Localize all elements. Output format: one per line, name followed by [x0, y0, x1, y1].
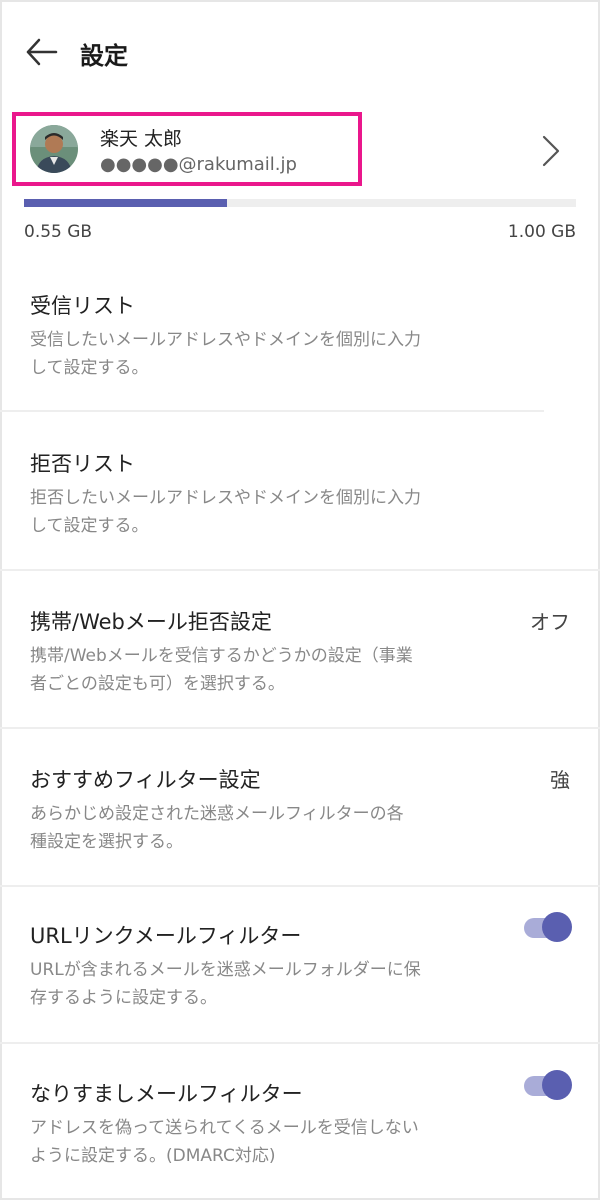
setting-title: 携帯/Webメール拒否設定 — [30, 610, 272, 634]
storage-usage-fill — [24, 199, 228, 207]
toggle-knob — [542, 912, 572, 942]
app-header: 設定 — [0, 0, 600, 100]
chevron-right-icon[interactable] — [536, 134, 564, 168]
setting-description-line: 種設定を選択する。 — [30, 832, 183, 852]
toggle-knob — [542, 1070, 572, 1100]
setting-title: URLリンクメールフィルター — [30, 924, 302, 948]
account-name: 楽天 太郎 — [100, 128, 183, 150]
setting-row-recommended-filter[interactable]: おすすめフィルター設定 強 あらかじめ設定された迷惑メールフィルターの各 種設定… — [0, 736, 600, 886]
setting-row-block-list[interactable]: 拒否リスト 拒否したいメールアドレスやドメインを個別に入力 して設定する。 — [0, 420, 600, 570]
setting-description: あらかじめ設定された迷惑メールフィルターの各 種設定を選択する。 — [30, 800, 510, 856]
storage-usage-bar — [24, 199, 576, 207]
setting-row-spoofing-filter: なりすましメールフィルター アドレスを偽って送られてくるメールを受信しない よう… — [0, 1052, 600, 1200]
setting-description: 受信したいメールアドレスやドメインを個別に入力 して設定する。 — [30, 326, 510, 382]
divider — [0, 410, 544, 412]
setting-description-line: 存するように設定する。 — [30, 988, 217, 1008]
back-arrow-icon[interactable] — [24, 34, 60, 70]
url-filter-toggle[interactable] — [520, 912, 572, 944]
setting-row-allow-list[interactable]: 受信リスト 受信したいメールアドレスやドメインを個別に入力 して設定する。 — [0, 262, 600, 412]
setting-description: アドレスを偽って送られてくるメールを受信しない ように設定する。(DMARC対応… — [30, 1114, 510, 1170]
setting-description-line: 携帯/Webメールを受信するかどうかの設定（事業 — [30, 646, 413, 666]
spoofing-filter-toggle[interactable] — [520, 1070, 572, 1102]
setting-title: 拒否リスト — [30, 452, 135, 476]
setting-description-line: アドレスを偽って送られてくるメールを受信しない — [30, 1118, 419, 1138]
setting-description-line: URLが含まれるメールを迷惑メールフォルダーに保 — [30, 960, 421, 980]
setting-description-line: あらかじめ設定された迷惑メールフィルターの各 — [30, 804, 404, 824]
setting-title: おすすめフィルター設定 — [30, 768, 261, 792]
storage-used-label: 0.55 GB — [24, 222, 93, 242]
setting-description-line: して設定する。 — [30, 516, 149, 536]
setting-description: URLが含まれるメールを迷惑メールフォルダーに保 存するように設定する。 — [30, 956, 510, 1012]
avatar — [30, 125, 78, 173]
setting-description-line: 拒否したいメールアドレスやドメインを個別に入力 — [30, 488, 421, 508]
setting-description: 携帯/Webメールを受信するかどうかの設定（事業 者ごとの設定も可）を選択する。 — [30, 642, 510, 698]
page-title: 設定 — [80, 42, 128, 70]
storage-total-label: 1.00 GB — [507, 222, 576, 242]
setting-title: なりすましメールフィルター — [30, 1082, 303, 1106]
setting-description-line: ように設定する。(DMARC対応) — [30, 1146, 276, 1166]
divider — [0, 569, 600, 571]
setting-value: オフ — [530, 610, 570, 634]
setting-value: 強 — [550, 768, 570, 792]
setting-description-line: して設定する。 — [30, 358, 149, 378]
setting-row-mobile-web-block[interactable]: 携帯/Webメール拒否設定 オフ 携帯/Webメールを受信するかどうかの設定（事… — [0, 578, 600, 728]
account-email: ●●●●●@rakumail.jp — [100, 154, 297, 175]
divider — [0, 885, 600, 887]
setting-description-line: 受信したいメールアドレスやドメインを個別に入力 — [30, 330, 421, 350]
setting-description-line: 者ごとの設定も可）を選択する。 — [30, 674, 285, 694]
divider — [0, 1042, 600, 1044]
setting-title: 受信リスト — [30, 294, 135, 318]
setting-row-url-link-filter: URLリンクメールフィルター URLが含まれるメールを迷惑メールフォルダーに保 … — [0, 894, 600, 1044]
divider — [0, 727, 600, 729]
setting-description: 拒否したいメールアドレスやドメインを個別に入力 して設定する。 — [30, 484, 510, 540]
